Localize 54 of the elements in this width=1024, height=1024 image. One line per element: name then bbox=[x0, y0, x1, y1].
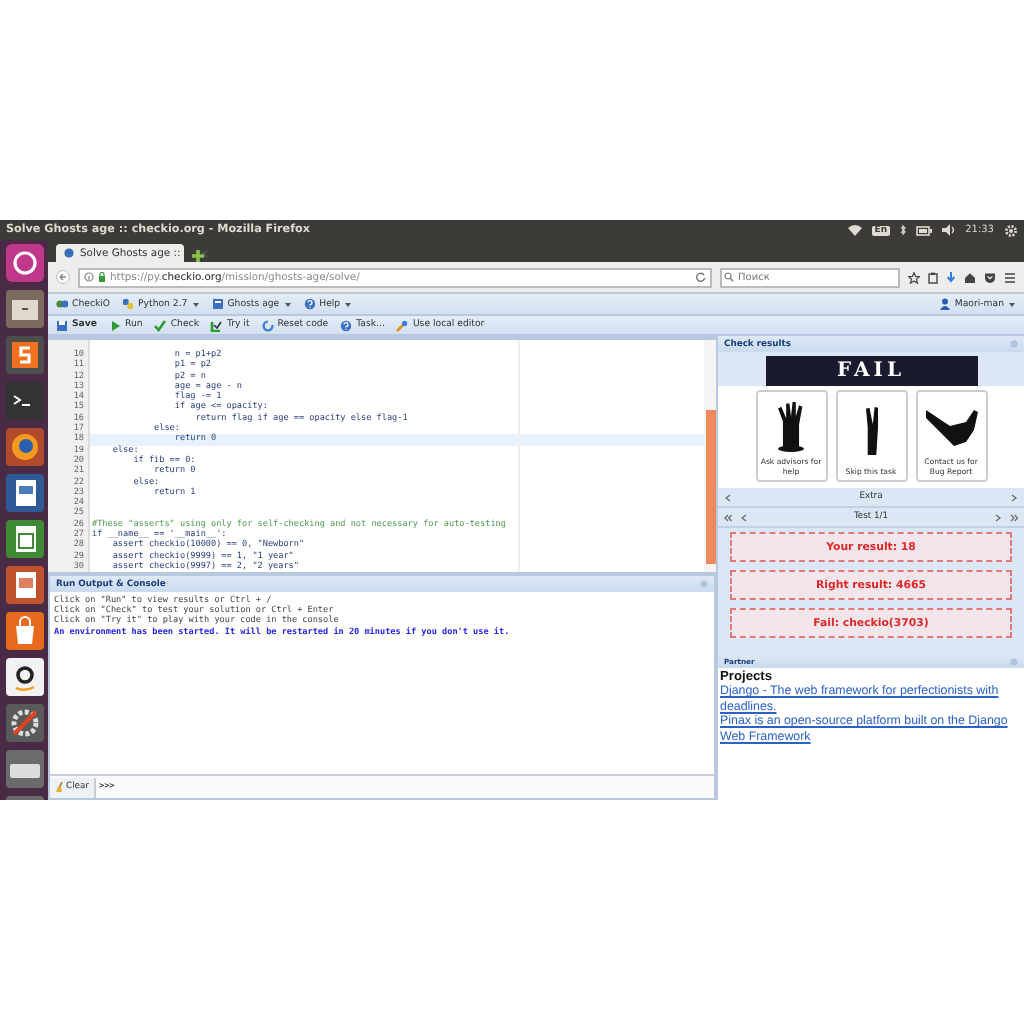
terminal-icon[interactable] bbox=[5, 382, 43, 420]
pocket-icon[interactable] bbox=[984, 271, 996, 283]
disk-drive-icon[interactable] bbox=[5, 750, 43, 788]
presentation-icon[interactable] bbox=[5, 566, 43, 604]
download-icon[interactable] bbox=[946, 271, 956, 283]
chevron-right-icon[interactable] bbox=[1010, 493, 1018, 501]
document-icon[interactable] bbox=[5, 474, 43, 512]
fail-banner: FAIL bbox=[765, 356, 977, 386]
lock-icon bbox=[98, 272, 106, 282]
help-icon bbox=[303, 298, 316, 310]
python-icon bbox=[122, 298, 135, 310]
broom-icon bbox=[56, 782, 64, 792]
user-icon bbox=[940, 298, 951, 310]
reload-icon[interactable] bbox=[696, 272, 706, 282]
close-icon[interactable] bbox=[199, 249, 208, 257]
hand-icon bbox=[778, 402, 804, 453]
hand-icon bbox=[925, 409, 977, 446]
double-chevron-right-icon[interactable] bbox=[1010, 513, 1018, 521]
back-arrow-icon[interactable] bbox=[56, 270, 70, 284]
spreadsheet-icon[interactable] bbox=[5, 520, 43, 558]
chevron-left-icon[interactable] bbox=[724, 493, 732, 501]
hand-icon bbox=[865, 406, 877, 457]
home-icon[interactable] bbox=[964, 271, 976, 283]
bluetooth-icon[interactable] bbox=[899, 224, 906, 236]
text-editor-icon[interactable] bbox=[5, 336, 43, 374]
settings-icon[interactable] bbox=[1004, 223, 1018, 237]
caret-icon[interactable] bbox=[344, 301, 353, 307]
browser-icon[interactable] bbox=[5, 428, 43, 466]
double-chevron-left-icon[interactable] bbox=[724, 513, 732, 521]
battery-icon[interactable] bbox=[915, 225, 932, 235]
volume-icon[interactable] bbox=[941, 224, 956, 236]
chevron-left-icon[interactable] bbox=[740, 513, 748, 521]
menu-icon[interactable] bbox=[1004, 271, 1016, 283]
task-icon bbox=[211, 298, 224, 310]
wrench-gear-icon[interactable] bbox=[5, 704, 43, 742]
scrollbar-thumb[interactable] bbox=[705, 410, 715, 564]
checkmark-icon bbox=[154, 319, 167, 331]
wifi-icon[interactable] bbox=[848, 224, 863, 236]
logo-icon bbox=[56, 298, 68, 310]
caret-icon[interactable] bbox=[191, 301, 200, 307]
caret-icon[interactable] bbox=[1008, 301, 1016, 307]
star-icon[interactable] bbox=[908, 271, 920, 283]
search-icon bbox=[724, 272, 734, 282]
shopping-bag-icon[interactable] bbox=[5, 612, 43, 650]
file-cabinet-icon[interactable] bbox=[5, 290, 43, 328]
new-tab-icon[interactable] bbox=[192, 250, 204, 262]
pencil-icon bbox=[396, 319, 409, 331]
chevron-right-icon[interactable] bbox=[994, 513, 1002, 521]
clipboard-icon[interactable] bbox=[928, 271, 938, 283]
ubuntu-logo-icon[interactable] bbox=[5, 244, 43, 282]
help-icon bbox=[340, 319, 353, 331]
globe-icon bbox=[64, 248, 74, 258]
caret-icon[interactable] bbox=[283, 301, 292, 307]
info-icon bbox=[84, 272, 94, 282]
